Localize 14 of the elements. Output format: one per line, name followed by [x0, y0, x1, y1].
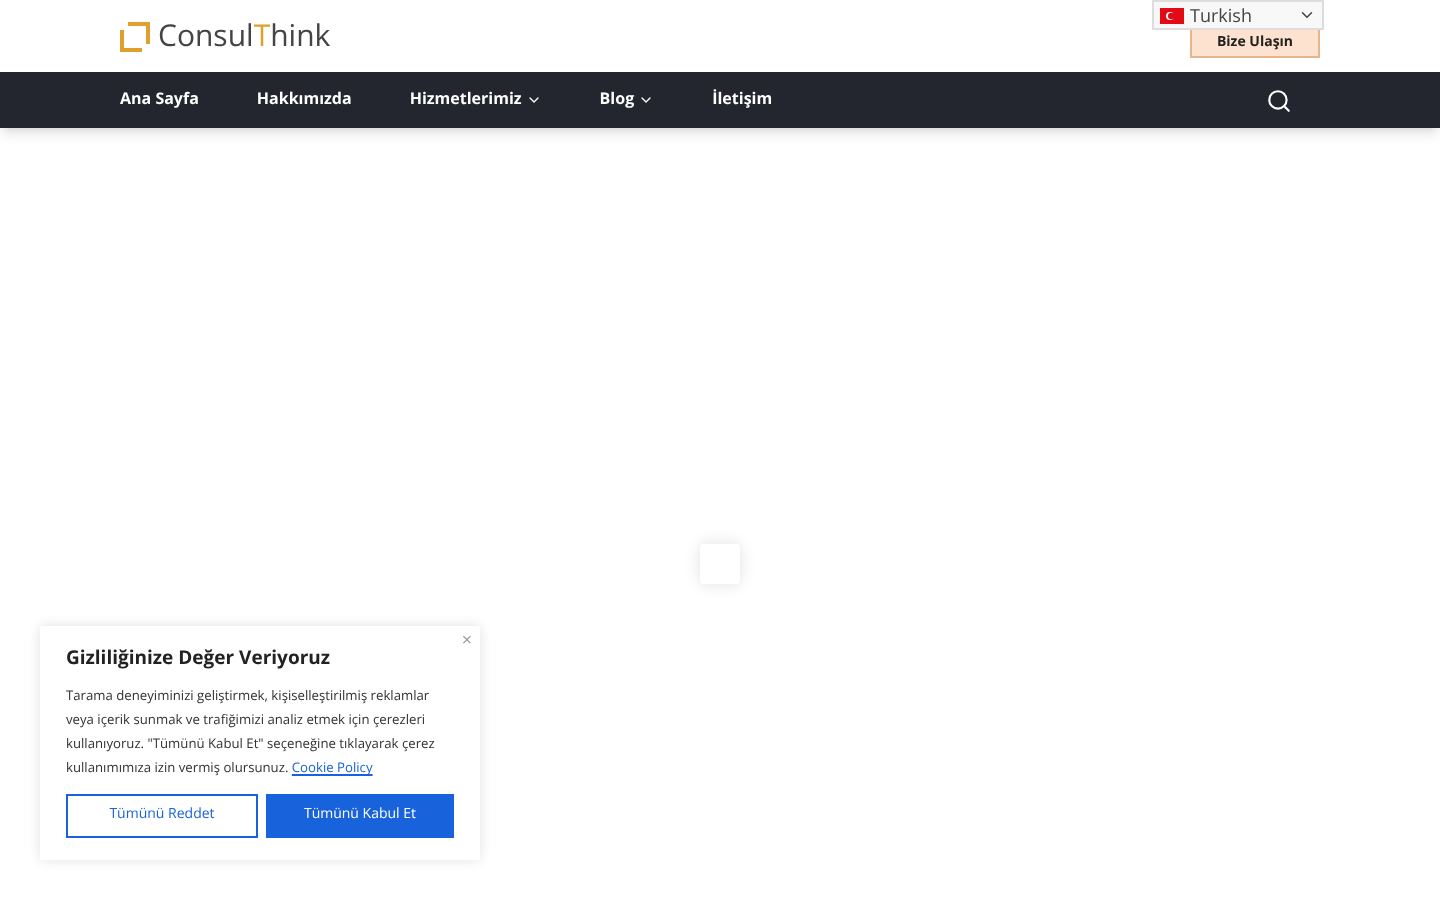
nav-link[interactable]: Hakkımızda: [256, 88, 352, 112]
nav-link[interactable]: Ana Sayfa: [120, 88, 199, 112]
chevron-icon: [638, 92, 655, 108]
nav-link[interactable]: Blog: [599, 88, 655, 112]
flag-icon: [1160, 7, 1184, 23]
cookie-title: Gizliliğinize Değer Veriyoruz: [66, 644, 333, 673]
logo[interactable]: ConsulThink: [158, 13, 331, 59]
chevron-icon: [1298, 6, 1316, 24]
language-select[interactable]: Turkish: [1152, 0, 1324, 30]
nav-link[interactable]: İletişim: [712, 88, 773, 112]
chevron-icon: [525, 92, 542, 108]
nav-link[interactable]: Hizmetlerimiz: [409, 88, 542, 112]
logo-icon: [120, 21, 150, 51]
search-icon[interactable]: [1266, 87, 1292, 113]
